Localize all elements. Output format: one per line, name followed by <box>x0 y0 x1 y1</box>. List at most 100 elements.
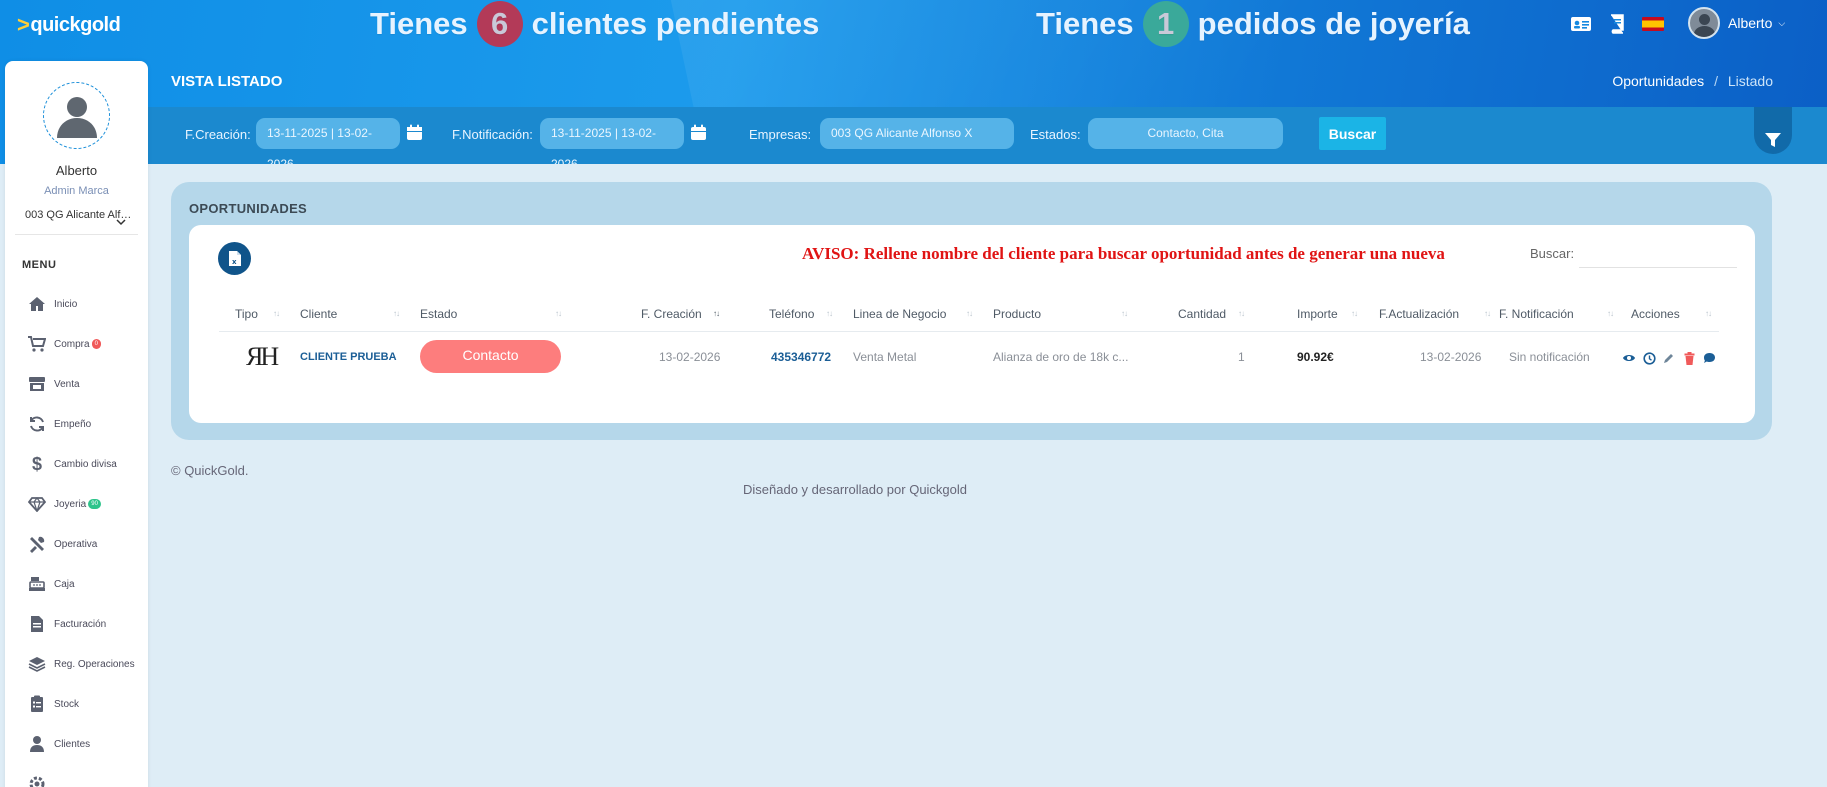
clock-icon[interactable] <box>1642 351 1656 365</box>
sidebar-item-clientes[interactable]: Clientes <box>27 734 90 754</box>
gear-icon <box>27 774 47 787</box>
avatar <box>1688 7 1720 39</box>
trash-icon[interactable] <box>1682 351 1696 365</box>
sort-icon[interactable]: ↑↓ <box>826 309 833 318</box>
cell-f-notificacion: Sin notificación <box>1509 350 1590 364</box>
brand-logo[interactable]: > quickgold <box>17 12 121 38</box>
column-header-cantidad[interactable]: Cantidad <box>1178 307 1226 321</box>
column-header-producto[interactable]: Producto <box>993 307 1041 321</box>
jewelry-orders-count: 1 <box>1142 1 1189 47</box>
sidebar-badge: 90 <box>88 499 101 509</box>
cell-linea-negocio: Venta Metal <box>853 350 917 364</box>
cell-f-actualizacion: 13-02-2026 <box>1420 350 1482 364</box>
calendar-icon[interactable] <box>406 124 423 141</box>
phone-link[interactable]: 435346772 <box>771 350 831 364</box>
sort-icon[interactable]: ↑↓ <box>1484 309 1491 318</box>
column-header-acciones[interactable]: Acciones <box>1631 307 1680 321</box>
sidebar-item-venta[interactable]: Venta <box>27 374 80 394</box>
cell-f-creacion: 13-02-2026 <box>659 350 721 364</box>
top-bar: > quickgold Tienes 6 clientes pendientes… <box>0 0 1827 164</box>
sidebar-item-label: Caja <box>54 578 75 590</box>
sidebar-item-facturacion[interactable]: Facturación <box>27 614 106 634</box>
states-select[interactable]: Contacto, Cita <box>1088 118 1283 149</box>
notice-text: Tienes <box>1036 6 1134 41</box>
breadcrumb-current: Listado <box>1727 73 1773 89</box>
jewelry-orders-notice[interactable]: Tienes 1 pedidos de joyería <box>1036 1 1470 47</box>
status-badge[interactable]: Contacto <box>420 340 561 373</box>
logo-arrow-icon: > <box>17 12 30 37</box>
chevron-down-icon[interactable] <box>116 218 126 229</box>
sort-icon[interactable]: ↑↓ <box>393 309 400 318</box>
sidebar-item-label: Clientes <box>54 738 91 750</box>
sort-icon[interactable]: ↑↓ <box>1238 309 1245 318</box>
pending-clients-count: 6 <box>476 1 523 47</box>
menu-title: MENU <box>22 259 57 271</box>
filter-toggle[interactable] <box>1754 107 1792 154</box>
sort-icon[interactable]: ↑↓ <box>966 309 973 318</box>
sidebar-item-label: Venta <box>54 378 80 390</box>
sort-icon[interactable]: ↑↓ <box>1121 309 1128 318</box>
sidebar-user-role: Admin Marca <box>44 185 109 197</box>
column-header-importe[interactable]: Importe <box>1297 307 1338 321</box>
panel-title: OPORTUNIDADES <box>189 201 308 216</box>
top-icons <box>1570 14 1664 34</box>
sidebar-item-compra[interactable]: Compra 0 <box>27 334 101 354</box>
column-header-linea-negocio[interactable]: Linea de Negocio <box>853 307 946 321</box>
chat-icon[interactable] <box>1702 351 1716 365</box>
eye-icon[interactable] <box>1622 351 1636 365</box>
sidebar-item-inicio[interactable]: Inicio <box>27 294 77 314</box>
sync-icon <box>27 414 47 434</box>
column-header-telefono[interactable]: Teléfono <box>769 307 814 321</box>
avatar[interactable] <box>43 82 110 149</box>
sidebar-item-label: Compra <box>54 338 90 350</box>
sort-icon[interactable]: ↑↓ <box>1607 309 1614 318</box>
sidebar-item-caja[interactable]: Caja <box>27 574 75 594</box>
column-header-f-actualizacion[interactable]: F.Actualización <box>1379 307 1459 321</box>
tipo-logo: ЯН <box>246 342 279 371</box>
column-header-estado[interactable]: Estado <box>420 307 457 321</box>
book-icon[interactable] <box>1606 14 1628 34</box>
sort-desc-icon[interactable]: ↑↓ <box>713 309 720 318</box>
companies-select[interactable]: 003 QG Alicante Alfonso X <box>820 118 1014 149</box>
column-header-f-creacion[interactable]: F. Creación <box>641 307 702 321</box>
sidebar-item-joyeria[interactable]: Joyeria 90 <box>27 494 101 514</box>
pending-clients-notice[interactable]: Tienes 6 clientes pendientes <box>370 1 819 47</box>
chevron-down-icon: ⌵ <box>1778 17 1786 28</box>
export-excel-button[interactable]: x <box>218 242 251 275</box>
calendar-icon[interactable] <box>690 124 707 141</box>
notice-text: Tienes <box>370 6 468 41</box>
warning-message: AVISO: Rellene nombre del cliente para b… <box>802 244 1445 263</box>
pencil-icon[interactable] <box>1662 351 1676 365</box>
clipboard-icon <box>27 694 47 714</box>
spanish-flag-icon[interactable] <box>1642 14 1664 34</box>
client-link[interactable]: CLIENTE PRUEBA <box>300 351 397 363</box>
column-header-cliente[interactable]: Cliente <box>300 307 337 321</box>
copyright: © QuickGold. <box>171 463 249 478</box>
home-icon <box>27 294 47 314</box>
column-header-tipo[interactable]: Tipo <box>235 307 258 321</box>
sidebar-item-operativa[interactable]: Operativa <box>27 534 97 554</box>
sort-icon[interactable]: ↑↓ <box>273 309 280 318</box>
sidebar-item-label: Facturación <box>54 618 107 630</box>
sort-icon[interactable]: ↑↓ <box>1351 309 1358 318</box>
creation-date-input[interactable]: 13-11-2025 | 13-02-2026 <box>256 118 400 164</box>
sort-icon[interactable]: ↑↓ <box>555 309 562 318</box>
id-card-icon[interactable] <box>1570 14 1592 34</box>
sidebar-item-empeno[interactable]: Empeño <box>27 414 91 434</box>
divider <box>15 234 138 235</box>
cell-producto: Alianza de oro de 18k c... <box>993 350 1129 364</box>
diamond-icon <box>27 494 47 514</box>
search-input[interactable] <box>1579 240 1737 268</box>
notification-date-label: F.Notificación: <box>452 127 533 142</box>
sidebar-item-cambio-divisa[interactable]: $ Cambio divisa <box>27 454 117 474</box>
sort-icon[interactable]: ↑↓ <box>1705 309 1712 318</box>
breadcrumb-link-oportunidades[interactable]: Oportunidades <box>1612 73 1704 89</box>
sidebar-item-reg-operaciones[interactable]: Reg. Operaciones <box>27 654 135 674</box>
sidebar-item-stock[interactable]: Stock <box>27 694 79 714</box>
column-header-f-notificacion[interactable]: F. Notificación <box>1499 307 1574 321</box>
notification-date-input[interactable]: 13-11-2025 | 13-02-2026 <box>540 118 684 164</box>
user-menu[interactable]: Alberto ⌵ <box>1688 7 1785 39</box>
search-button[interactable]: Buscar <box>1319 117 1386 150</box>
cell-importe: 90.92€ <box>1297 350 1334 364</box>
sidebar-item-more[interactable] <box>27 774 54 787</box>
